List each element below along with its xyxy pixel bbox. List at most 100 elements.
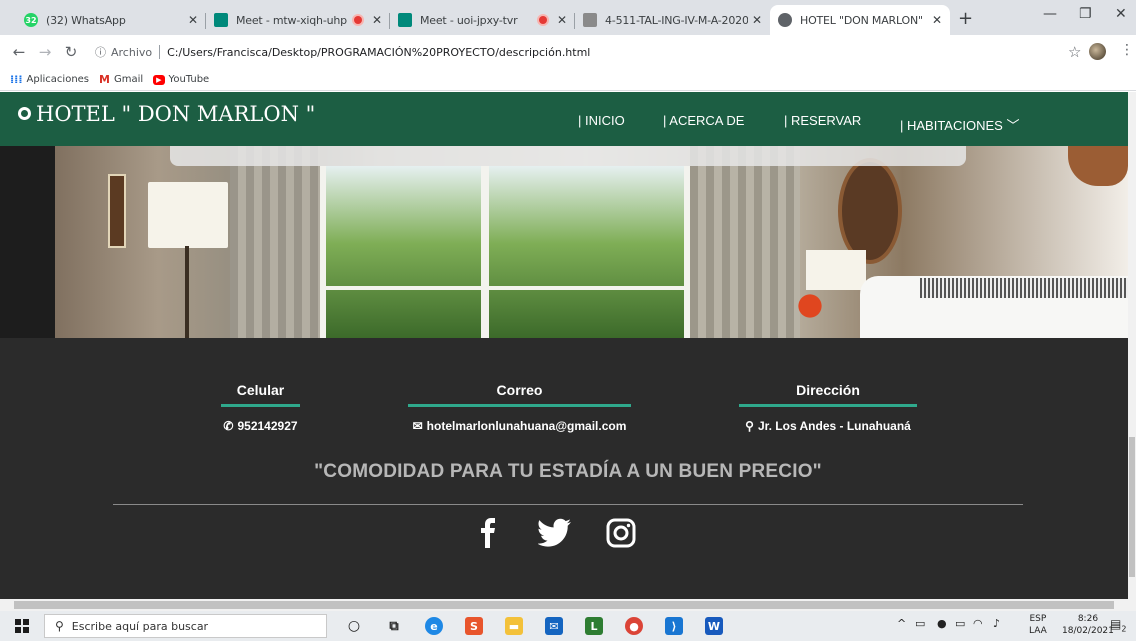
hero-lamp-pole (185, 246, 189, 338)
site-brand[interactable]: HOTEL " DON MARLON " (18, 102, 315, 126)
map-pin-icon: ⚲ (745, 419, 754, 433)
tab-meet-2[interactable]: Meet - uoi-jpxy-tvr ✕ (390, 5, 575, 35)
phone-icon: ✆ (223, 419, 234, 433)
site-footer: Celular ✆ 952142927 Correo ✉ hotelmarlon… (0, 338, 1128, 599)
tab-hotel-active[interactable]: HOTEL "DON MARLON" ✕ (770, 5, 950, 35)
nav-link-acerca-de[interactable]: | ACERCA DE (663, 113, 744, 128)
meet-icon (398, 13, 412, 27)
address-divider (159, 45, 161, 59)
clock-date: 18/02/2021 (1062, 626, 1114, 636)
footer-phone[interactable]: ✆ 952142927 (221, 419, 300, 433)
volume-icon[interactable]: ♪ (993, 617, 1000, 630)
horizontal-scrollbar[interactable] (0, 599, 1136, 611)
windows-start-icon[interactable] (15, 619, 29, 633)
close-icon[interactable]: ✕ (752, 13, 762, 27)
hero-bedside-lamp (806, 250, 866, 290)
reload-icon[interactable]: ↻ (58, 43, 84, 61)
profile-avatar[interactable] (1089, 43, 1106, 60)
tab-title: (32) WhatsApp (46, 13, 126, 27)
wifi-icon[interactable]: ◠ (973, 617, 983, 630)
hero-wall-mask (1068, 146, 1128, 186)
windows-taskbar: ⚲ Escribe aquí para buscar ○ ⧉ e S ▬ ✉ L… (0, 611, 1136, 641)
footer-address[interactable]: ⚲ Jr. Los Andes - Lunahuaná (739, 419, 917, 433)
info-icon[interactable]: ⓘ (95, 44, 106, 60)
back-icon[interactable]: ← (6, 43, 32, 61)
notifications-count: 2 (1121, 624, 1127, 634)
tray-chevron-icon[interactable]: ^ (897, 617, 906, 630)
brand-ring-icon (18, 107, 31, 120)
cortana-icon[interactable]: ○ (345, 617, 363, 635)
mail-icon[interactable]: ✉ (545, 617, 563, 635)
store-icon[interactable]: L (585, 617, 603, 635)
menu-kebab-icon[interactable]: ⋮ (1120, 42, 1134, 58)
tab-title: Meet - mtw-xiqh-uhp (236, 13, 347, 27)
word-icon[interactable]: W (705, 617, 723, 635)
restore-icon[interactable]: ❐ (1079, 6, 1092, 22)
notifications-icon[interactable]: ▤2 (1110, 617, 1126, 633)
bookmarks-bar: ⁞⁞⁞ Aplicaciones M Gmail ▶ YouTube (0, 69, 1136, 91)
sublime-icon[interactable]: S (465, 617, 483, 635)
chrome-icon[interactable]: ● (625, 617, 643, 635)
hero-round-mirror (838, 158, 902, 264)
facebook-icon[interactable] (478, 518, 498, 548)
close-icon[interactable]: ✕ (557, 13, 567, 27)
nav-link-label: | HABITACIONES (900, 118, 1003, 133)
vscode-icon[interactable]: ⟩ (665, 617, 683, 635)
edge-icon[interactable]: e (425, 617, 443, 635)
page-viewport: HOTEL " DON MARLON " | INICIO | ACERCA D… (0, 92, 1128, 599)
file-explorer-icon[interactable]: ▬ (505, 617, 523, 635)
taskbar-clock[interactable]: 8:26 18/02/2021 (1062, 613, 1114, 637)
apps-icon: ⁞⁞⁞ (10, 73, 23, 86)
tray-meet-icon[interactable]: ▭ (915, 617, 925, 630)
footer-heading: Dirección (739, 382, 917, 407)
clock-time: 8:26 (1077, 614, 1099, 624)
nav-link-reservar[interactable]: | RESERVAR (784, 113, 861, 128)
minimize-icon[interactable]: — (1043, 6, 1057, 22)
bookmark-apps[interactable]: ⁞⁞⁞ Aplicaciones (10, 73, 89, 86)
vertical-scrollbar[interactable] (1128, 92, 1136, 599)
taskbar-search-box[interactable]: ⚲ Escribe aquí para buscar (44, 614, 327, 638)
tab-title: Meet - uoi-jpxy-tvr (420, 13, 518, 27)
new-tab-icon[interactable]: + (958, 8, 973, 29)
language-indicator[interactable]: ESP LAA (1029, 613, 1047, 637)
forward-icon[interactable]: → (32, 43, 58, 61)
battery-icon[interactable]: ▭ (955, 617, 965, 630)
hero-tv-shape (0, 146, 55, 338)
nav-link-habitaciones[interactable]: | HABITACIONES ﹀ (900, 115, 1019, 134)
address-bar[interactable]: ⓘ Archivo C:/Users/Francisca/Desktop/PRO… (95, 39, 1095, 65)
bookmark-gmail[interactable]: M Gmail (99, 73, 143, 86)
browser-toolbar: ← → ↻ ⓘ Archivo C:/Users/Francisca/Deskt… (0, 35, 1136, 69)
tab-whatsapp[interactable]: 32 (32) WhatsApp ✕ (16, 5, 206, 35)
bookmark-star-icon[interactable]: ☆ (1068, 43, 1081, 61)
tab-title: HOTEL "DON MARLON" (800, 13, 923, 27)
recording-icon (353, 16, 362, 24)
bookmark-label: YouTube (168, 74, 210, 85)
footer-col-direccion: Dirección ⚲ Jr. Los Andes - Lunahuaná (739, 382, 917, 433)
tab-classroom[interactable]: 4-511-TAL-ING-IV-M-A-2020- ✕ (575, 5, 770, 35)
tray-mic-icon[interactable]: ● (937, 617, 947, 630)
close-icon[interactable]: ✕ (932, 13, 942, 27)
vertical-scroll-thumb[interactable] (1129, 437, 1135, 577)
address-url: C:/Users/Francisca/Desktop/PROGRAMACIÓN%… (167, 45, 591, 59)
nav-link-inicio[interactable]: | INICIO (578, 113, 625, 128)
lang-layout: LAA (1029, 626, 1047, 636)
chevron-down-icon: ﹀ (1006, 118, 1020, 133)
horizontal-scroll-thumb[interactable] (14, 601, 1114, 609)
browser-tab-strip: 32 (32) WhatsApp ✕ Meet - mtw-xiqh-uhp ✕… (0, 0, 1136, 35)
tab-title: 4-511-TAL-ING-IV-M-A-2020- (605, 13, 748, 27)
brand-title: HOTEL " DON MARLON " (36, 102, 316, 126)
gmail-icon: M (99, 73, 110, 86)
instagram-icon[interactable] (606, 518, 636, 548)
window-close-icon[interactable]: ✕ (1115, 6, 1127, 22)
close-icon[interactable]: ✕ (372, 13, 382, 27)
task-view-icon[interactable]: ⧉ (385, 617, 403, 635)
globe-icon (778, 13, 792, 27)
search-placeholder: Escribe aquí para buscar (71, 619, 209, 633)
hero-room-photo (0, 146, 1128, 338)
twitter-icon[interactable] (538, 518, 572, 548)
tab-meet-1[interactable]: Meet - mtw-xiqh-uhp ✕ (206, 5, 390, 35)
bookmark-youtube[interactable]: ▶ YouTube (153, 74, 209, 85)
close-icon[interactable]: ✕ (188, 13, 198, 27)
footer-email[interactable]: ✉ hotelmarlonlunahuana@gmail.com (408, 419, 631, 433)
lang-code: ESP (1029, 614, 1047, 624)
